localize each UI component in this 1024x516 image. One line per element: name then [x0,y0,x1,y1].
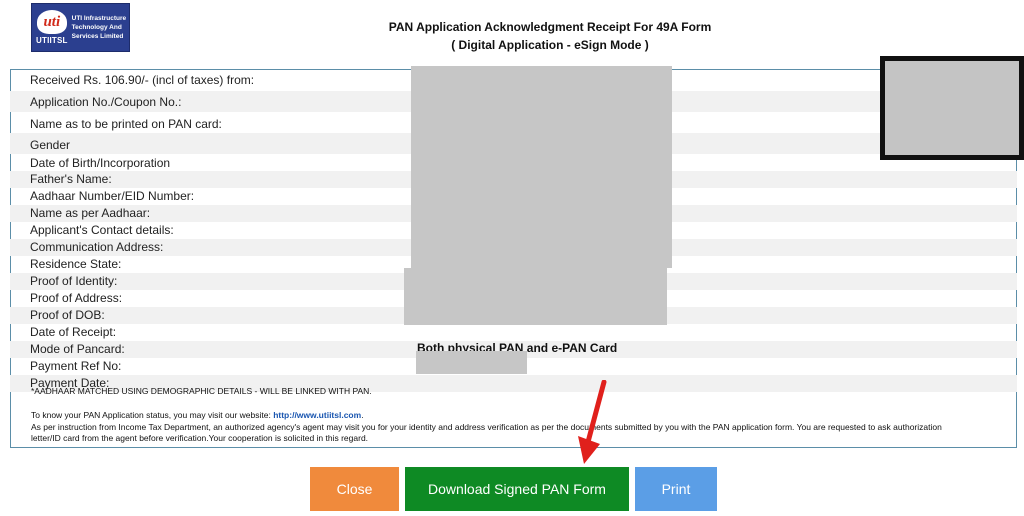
field-label-father-name: Father's Name: [30,172,112,186]
field-label-gender: Gender [30,138,71,152]
utiitsl-website-link[interactable]: http://www.utiitsl.com [273,410,361,420]
field-label-residence-state: Residence State: [30,257,122,271]
field-label-name-aadhaar: Name as per Aadhaar: [30,206,151,220]
agent-note-line: As per instruction from Income Tax Depar… [31,422,942,432]
logo-company-name: UTI Infrastructure Technology And Servic… [72,14,127,41]
field-label-address: Communication Address: [30,240,164,254]
download-signed-pan-form-button[interactable]: Download Signed PAN Form [405,467,629,511]
status-note-text: To know your PAN Application status, you… [31,410,274,420]
status-note: To know your PAN Application status, you… [31,410,364,421]
applicant-photo [880,56,1024,160]
red-arrow-icon [578,380,607,464]
logo-uti-text: uti [36,10,67,34]
field-label-date-receipt: Date of Receipt: [30,325,117,339]
field-label-payment-ref: Payment Ref No: [30,359,122,373]
utiitsl-logo: uti UTIITSL UTI Infrastructure Technolog… [31,3,130,52]
logo-sub-text: UTIITSL [36,36,68,45]
redacted-area [404,268,667,325]
field-label-application-no: Application No./Coupon No.: [30,95,182,109]
logo-line: Services Limited [71,33,124,40]
page-title: PAN Application Acknowledgment Receipt F… [388,20,712,34]
redacted-area [416,351,527,374]
field-label-proof-address: Proof of Address: [30,291,123,305]
field-label-proof-identity: Proof of Identity: [30,274,118,288]
logo-mark: uti UTIITSL [36,7,68,48]
field-label-proof-dob: Proof of DOB: [30,308,105,322]
print-button[interactable]: Print [635,467,717,511]
field-label-dob: Date of Birth/Incorporation [30,156,171,170]
redacted-area [411,66,672,268]
aadhaar-note: *AADHAAR MATCHED USING DEMOGRAPHIC DETAI… [31,386,372,396]
status-note-suffix: . [361,410,364,420]
field-label-contact: Applicant's Contact details: [30,223,174,237]
field-label-name-on-pan: Name as to be printed on PAN card: [30,117,222,131]
page-subtitle: ( Digital Application - eSign Mode ) [451,38,649,52]
agent-note-line: letter/ID card from the agent before ver… [31,433,369,443]
logo-line: UTI Infrastructure [71,15,127,22]
agent-note: As per instruction from Income Tax Depar… [31,422,1006,444]
field-label-received: Received Rs. 106.90/- (incl of taxes) fr… [30,73,255,87]
field-row: Date of Receipt: [10,324,1017,341]
close-button[interactable]: Close [310,467,399,511]
field-label-mode-pancard: Mode of Pancard: [30,342,125,356]
field-label-aadhaar-number: Aadhaar Number/EID Number: [30,189,195,203]
logo-line: Technology And [71,24,122,31]
